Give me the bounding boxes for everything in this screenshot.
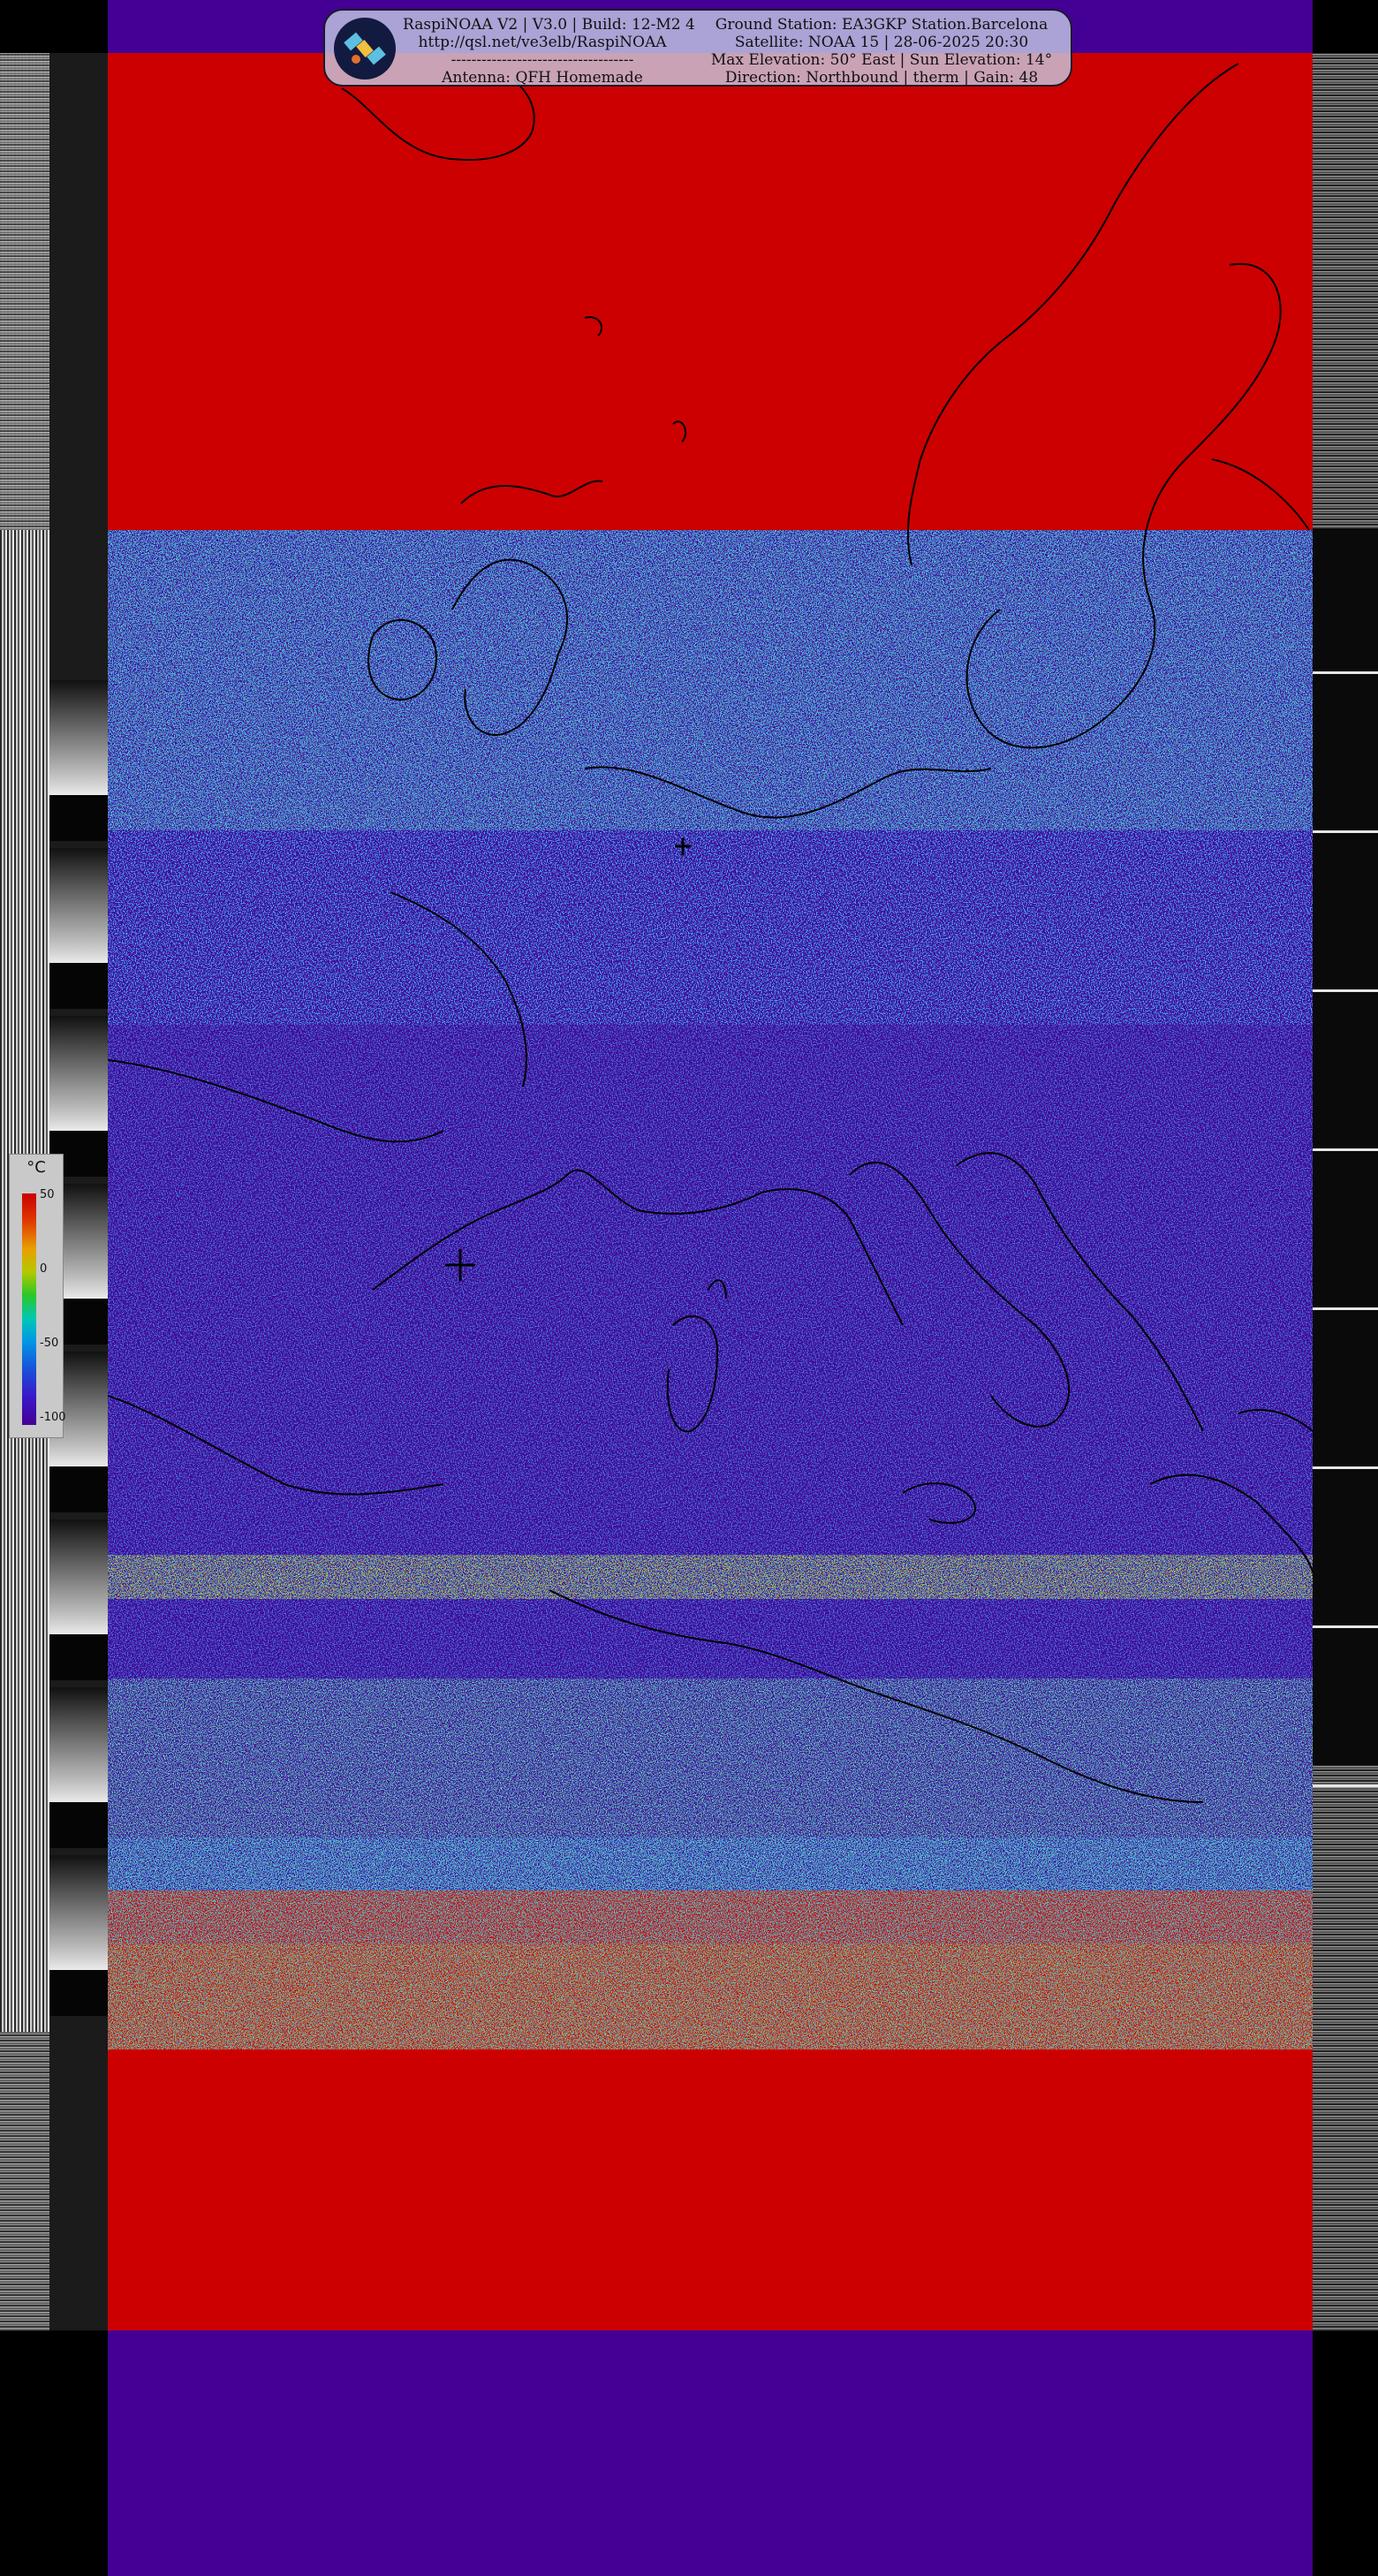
- sync-noise-top: [0, 53, 49, 530]
- bottom-padding: [108, 2330, 1313, 2576]
- header-separator-line: ------------------------------------: [450, 51, 634, 69]
- minute-marker: [1313, 1625, 1378, 1628]
- legend-color-scale: [22, 1193, 36, 1425]
- minute-marker: [1313, 1466, 1378, 1469]
- minute-marker: [1313, 989, 1378, 992]
- header-satellite: Satellite: NOAA 15 | 28-06-2025 20:30: [734, 34, 1029, 51]
- telemetry-wedge: [49, 1855, 108, 1979]
- telemetry-wedge: [49, 1519, 108, 1643]
- speckle-band: [108, 1555, 1313, 1599]
- minute-marker: [1313, 1148, 1378, 1151]
- minute-marker: [1313, 830, 1378, 833]
- minute-marker: [1313, 1307, 1378, 1310]
- header-ground-station: Ground Station: EA3GKP Station.Barcelona: [715, 16, 1049, 34]
- header-direction: Direction: Northbound | therm | Gain: 48: [724, 69, 1039, 87]
- telemetry-wedge-dark: [49, 795, 108, 841]
- speckle-band: [108, 1943, 1313, 2049]
- telemetry-wedge: [49, 1016, 108, 1140]
- telemetry-wedge-dark: [49, 1634, 108, 1680]
- telemetry-wedge: [49, 680, 108, 804]
- telemetry-wedge-dark: [49, 1466, 108, 1512]
- legend-tick: 0: [40, 1262, 48, 1276]
- telemetry-wedge-dark: [49, 1802, 108, 1848]
- warm-region-top: [108, 53, 1313, 530]
- telemetry-wedge: [49, 848, 108, 972]
- minute-marker: [1313, 671, 1378, 674]
- legend-tick: -100: [40, 1411, 66, 1424]
- header-antenna-line: Antenna: QFH Homemade: [442, 69, 643, 87]
- satellite-image: [108, 0, 1313, 2576]
- telemetry-wedge-dark: [49, 963, 108, 1009]
- sync-noise-bottom: [0, 2032, 49, 2330]
- speckle-band: [108, 530, 1313, 1025]
- satellite-icon: [334, 18, 396, 80]
- legend-title: °C: [26, 1158, 46, 1177]
- header-url-line: http://qsl.net/ve3elb/RaspiNOAA: [418, 34, 667, 51]
- header-version-line: RaspiNOAA V2 | V3.0 | Build: 12-M2 4: [403, 16, 695, 34]
- temperature-legend: °C 50 0 -50 -100: [9, 1154, 66, 1438]
- pass-info-header: RaspiNOAA V2 | V3.0 | Build: 12-M2 4 htt…: [323, 9, 1072, 87]
- thermal-map: [108, 0, 1313, 2576]
- telemetry-wedge-dark: [49, 1970, 108, 2016]
- telemetry-wedge: [49, 1687, 108, 1811]
- legend-tick: 50: [40, 1188, 55, 1201]
- telemetry-strip-right-dark: [1313, 528, 1378, 1765]
- header-elevation: Max Elevation: 50° East | Sun Elevation:…: [710, 51, 1053, 69]
- legend-tick: -50: [40, 1337, 59, 1350]
- minute-marker: [1313, 1784, 1378, 1787]
